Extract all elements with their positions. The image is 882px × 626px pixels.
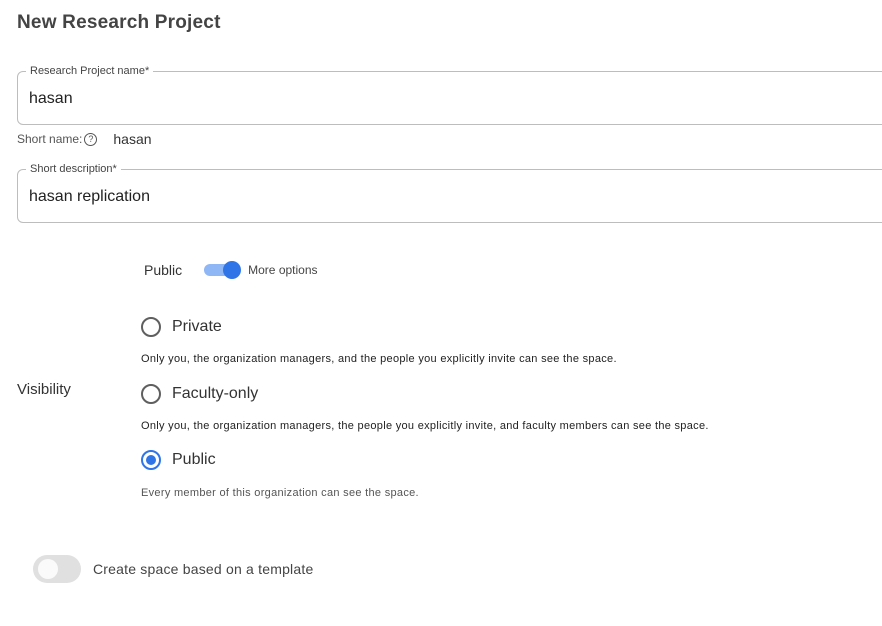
template-toggle-label: Create space based on a template bbox=[93, 561, 314, 577]
short-name-label: Short name: bbox=[17, 132, 83, 146]
switch-thumb bbox=[38, 559, 58, 579]
page-title: New Research Project bbox=[17, 12, 221, 33]
radio-public-label[interactable]: Public bbox=[172, 451, 216, 469]
radio-faculty-only-description: Only you, the organization managers, the… bbox=[141, 420, 709, 432]
radio-faculty-only[interactable]: Faculty-only bbox=[141, 383, 258, 405]
radio-private-description: Only you, the organization managers, and… bbox=[141, 353, 617, 365]
radio-unchecked-icon[interactable] bbox=[141, 384, 161, 404]
template-toggle-switch[interactable] bbox=[33, 555, 81, 583]
radio-faculty-only-label[interactable]: Faculty-only bbox=[172, 385, 258, 403]
radio-public-description: Every member of this organization can se… bbox=[141, 487, 419, 499]
public-toggle-switch[interactable] bbox=[204, 260, 242, 280]
more-options-label: More options bbox=[248, 263, 318, 277]
project-name-field[interactable]: Research Project name* hasan bbox=[17, 65, 882, 125]
radio-private-label[interactable]: Private bbox=[172, 318, 222, 336]
template-toggle-row: Create space based on a template bbox=[33, 555, 313, 583]
short-name-value: hasan bbox=[113, 131, 152, 147]
switch-thumb bbox=[223, 261, 242, 279]
project-name-label: Research Project name* bbox=[26, 65, 154, 78]
public-toggle-row: Public More options bbox=[144, 260, 318, 280]
radio-public[interactable]: Public bbox=[141, 449, 216, 471]
visibility-label: Visibility bbox=[17, 381, 71, 398]
short-description-value[interactable]: hasan replication bbox=[29, 188, 150, 206]
short-description-field[interactable]: Short description* hasan replication bbox=[17, 163, 882, 223]
radio-dot bbox=[146, 455, 156, 465]
radio-checked-icon[interactable] bbox=[141, 450, 161, 470]
help-icon[interactable]: ? bbox=[84, 132, 98, 146]
radio-private[interactable]: Private bbox=[141, 316, 222, 338]
short-name-row: Short name: ? hasan bbox=[17, 131, 152, 147]
radio-unchecked-icon[interactable] bbox=[141, 317, 161, 337]
public-toggle-label: Public bbox=[144, 262, 183, 278]
project-name-value[interactable]: hasan bbox=[29, 90, 73, 108]
short-description-label: Short description* bbox=[26, 163, 121, 176]
